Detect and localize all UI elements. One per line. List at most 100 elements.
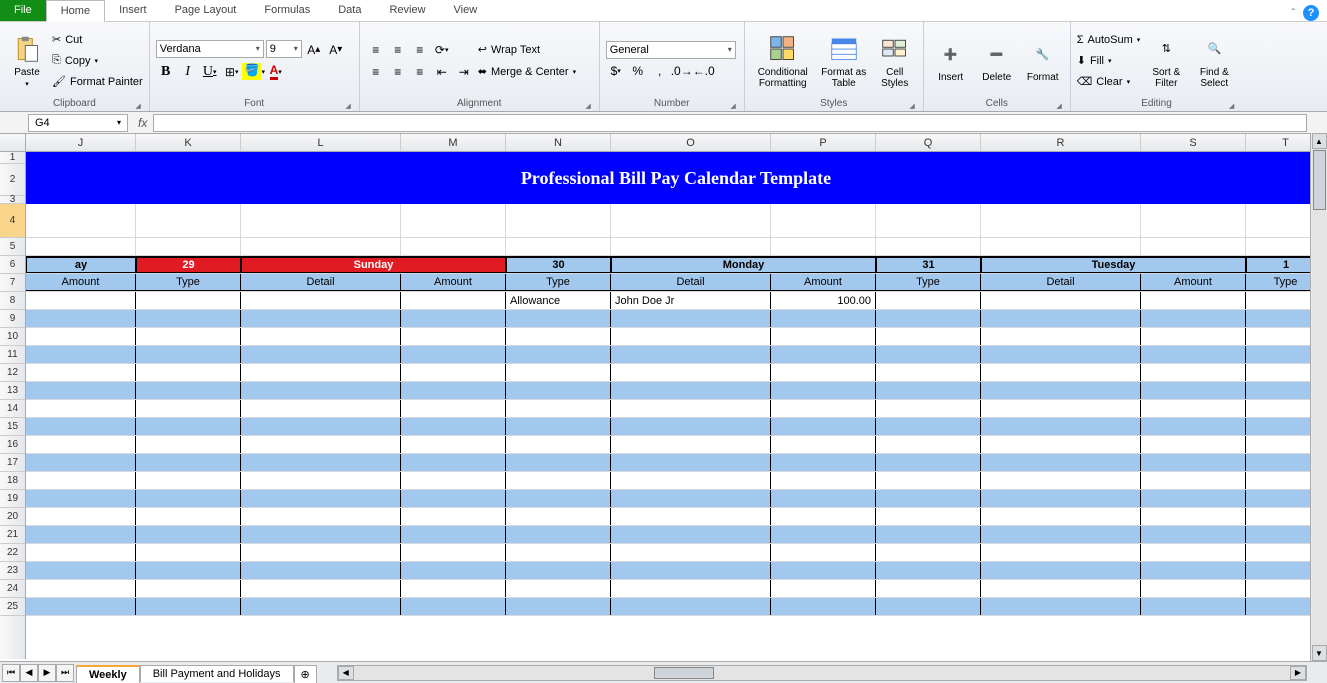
cell[interactable]	[401, 526, 506, 543]
cell[interactable]	[136, 562, 241, 579]
cell[interactable]	[771, 472, 876, 489]
cell[interactable]	[26, 472, 136, 489]
cell[interactable]	[876, 418, 981, 435]
cell[interactable]	[506, 436, 611, 453]
cell[interactable]	[611, 472, 771, 489]
cell[interactable]	[876, 346, 981, 363]
cell[interactable]	[241, 454, 401, 471]
cell[interactable]	[876, 328, 981, 345]
cell[interactable]	[26, 238, 136, 255]
format-cells-button[interactable]: 🔧Format	[1022, 24, 1064, 97]
tab-data[interactable]: Data	[324, 0, 375, 21]
cell[interactable]	[981, 490, 1141, 507]
cell[interactable]	[1141, 454, 1246, 471]
cell[interactable]	[26, 436, 136, 453]
cell[interactable]	[981, 436, 1141, 453]
cell[interactable]	[506, 472, 611, 489]
sheet-tab-weekly[interactable]: Weekly	[76, 665, 140, 683]
cell[interactable]	[771, 598, 876, 615]
cell[interactable]	[1141, 598, 1246, 615]
font-size-combo[interactable]: 9▾	[266, 40, 302, 58]
scroll-right-icon[interactable]: ▶	[1290, 666, 1306, 680]
cells-area[interactable]: Professional Bill Pay Calendar Templatea…	[26, 152, 1327, 659]
cell[interactable]	[241, 490, 401, 507]
cell[interactable]	[771, 562, 876, 579]
cell[interactable]	[981, 508, 1141, 525]
cell[interactable]	[136, 328, 241, 345]
align-bottom-icon[interactable]: ≡	[410, 40, 430, 60]
cell[interactable]	[136, 346, 241, 363]
cell[interactable]	[241, 364, 401, 381]
fill-color-button[interactable]: 🪣▾	[244, 62, 264, 82]
row-header-9[interactable]: 9	[0, 310, 25, 328]
cell[interactable]: Allowance	[506, 292, 611, 309]
cell[interactable]	[981, 204, 1141, 237]
fx-icon[interactable]: fx	[132, 116, 153, 130]
cell[interactable]	[981, 454, 1141, 471]
font-name-combo[interactable]: Verdana▾	[156, 40, 264, 58]
cell[interactable]	[401, 454, 506, 471]
cell[interactable]	[506, 238, 611, 255]
cell[interactable]	[771, 364, 876, 381]
cell[interactable]	[26, 418, 136, 435]
row-header-13[interactable]: 13	[0, 382, 25, 400]
cell[interactable]	[981, 598, 1141, 615]
cell[interactable]	[611, 346, 771, 363]
cell[interactable]	[401, 508, 506, 525]
row-header-24[interactable]: 24	[0, 580, 25, 598]
cell[interactable]	[1141, 562, 1246, 579]
cell[interactable]	[241, 598, 401, 615]
delete-cells-button[interactable]: ➖Delete	[976, 24, 1018, 97]
cell[interactable]	[611, 204, 771, 237]
tab-insert[interactable]: Insert	[105, 0, 161, 21]
cell[interactable]	[26, 346, 136, 363]
cell[interactable]	[771, 328, 876, 345]
name-box[interactable]: G4▾	[28, 114, 128, 132]
col-header-J[interactable]: J	[26, 134, 136, 151]
cell[interactable]	[241, 382, 401, 399]
cell[interactable]	[876, 238, 981, 255]
cell[interactable]	[26, 508, 136, 525]
cell[interactable]	[506, 204, 611, 237]
cell[interactable]	[26, 310, 136, 327]
cell[interactable]	[506, 418, 611, 435]
cell[interactable]	[26, 204, 136, 237]
cell[interactable]	[771, 418, 876, 435]
row-header-18[interactable]: 18	[0, 472, 25, 490]
cell[interactable]	[506, 544, 611, 561]
vertical-scrollbar[interactable]: ▲ ▼	[1310, 133, 1327, 661]
cell[interactable]	[241, 346, 401, 363]
row-header-14[interactable]: 14	[0, 400, 25, 418]
cell[interactable]: John Doe Jr	[611, 292, 771, 309]
cell[interactable]	[401, 562, 506, 579]
cell[interactable]	[26, 382, 136, 399]
cell[interactable]	[611, 310, 771, 327]
cell[interactable]	[1141, 310, 1246, 327]
cell[interactable]	[876, 436, 981, 453]
file-tab[interactable]: File	[0, 0, 46, 21]
cell[interactable]: Monday	[611, 257, 876, 273]
cell[interactable]	[241, 472, 401, 489]
cell[interactable]	[611, 436, 771, 453]
row-header-22[interactable]: 22	[0, 544, 25, 562]
cell[interactable]	[981, 400, 1141, 417]
comma-icon[interactable]: ,	[650, 61, 670, 81]
col-header-N[interactable]: N	[506, 134, 611, 151]
cell[interactable]	[241, 310, 401, 327]
cell[interactable]	[611, 508, 771, 525]
col-header-M[interactable]: M	[401, 134, 506, 151]
cell[interactable]	[771, 346, 876, 363]
cell[interactable]	[506, 598, 611, 615]
cell[interactable]	[506, 346, 611, 363]
cell[interactable]: 31	[876, 257, 981, 273]
select-all-corner[interactable]	[0, 134, 26, 151]
cell[interactable]	[401, 238, 506, 255]
cell[interactable]	[611, 526, 771, 543]
row-header-5[interactable]: 5	[0, 238, 25, 256]
col-header-R[interactable]: R	[981, 134, 1141, 151]
cell[interactable]	[136, 310, 241, 327]
cell[interactable]	[981, 238, 1141, 255]
row-header-20[interactable]: 20	[0, 508, 25, 526]
row-header-12[interactable]: 12	[0, 364, 25, 382]
row-header-19[interactable]: 19	[0, 490, 25, 508]
